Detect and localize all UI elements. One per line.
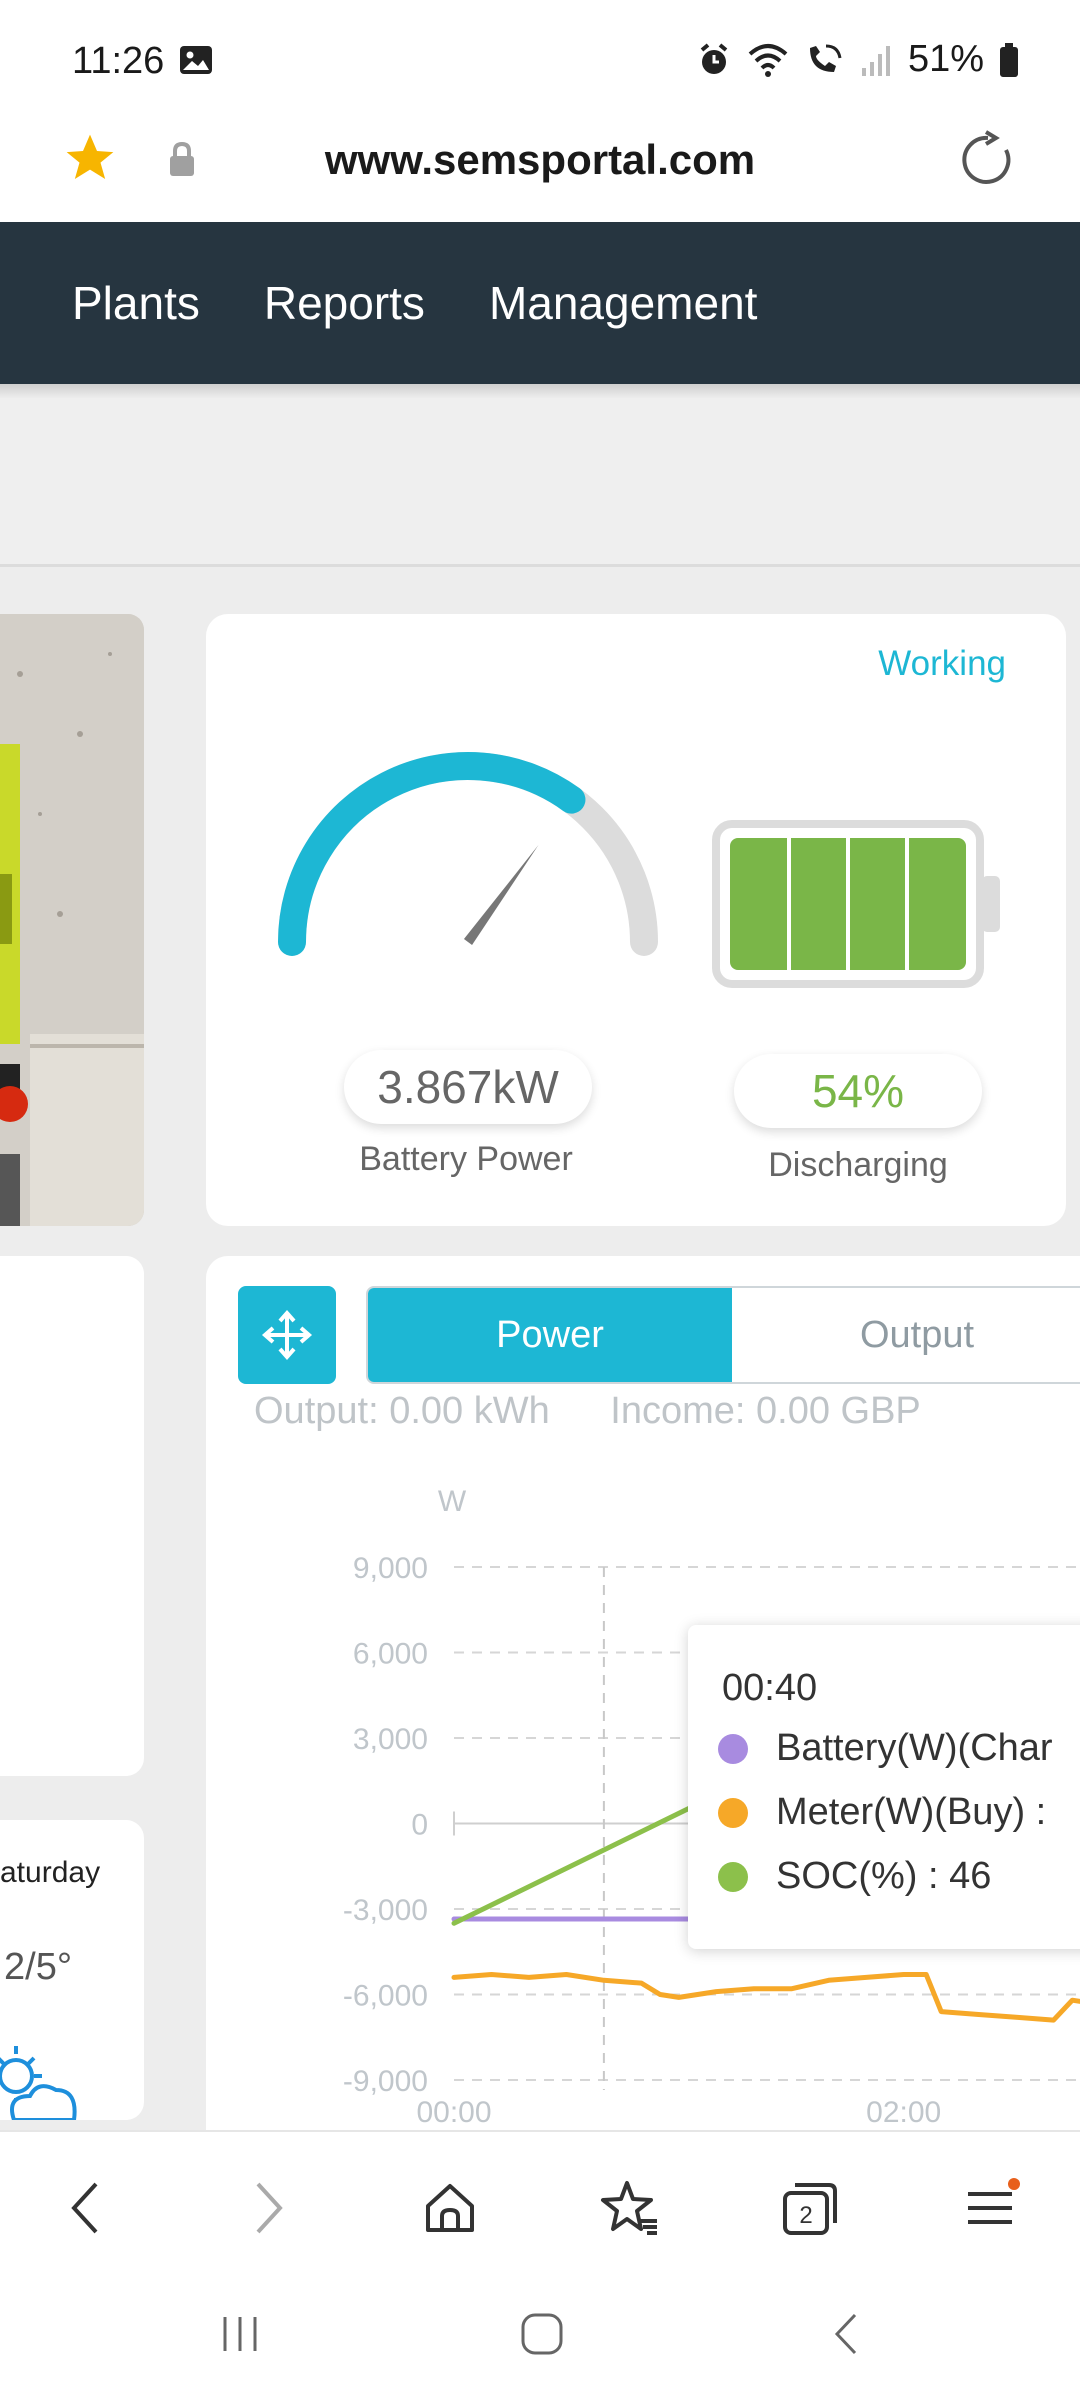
home-square-icon <box>521 2313 563 2355</box>
menu-icon <box>968 2178 1020 2224</box>
series-line-2 <box>451 1792 719 1926</box>
back-nav-button[interactable] <box>806 2294 886 2374</box>
back-button[interactable] <box>46 2168 126 2248</box>
y-tick-label: 3,000 <box>353 1723 428 1756</box>
sun-cloud-icon <box>0 2046 77 2120</box>
series-line-1 <box>451 1972 1080 2023</box>
left-info-card <box>0 1256 144 1776</box>
forward-button[interactable] <box>228 2168 308 2248</box>
y-axis-label: W <box>438 1485 467 1518</box>
battery-power-label: Battery Power <box>359 1140 573 1178</box>
tooltip-time: 00:40 <box>722 1667 818 1709</box>
url-bar: www.semsportal.com <box>0 120 1080 222</box>
reload-icon[interactable] <box>956 128 1020 192</box>
wifi-icon <box>748 43 788 77</box>
weather-day: aturday <box>0 1856 101 1889</box>
tooltip-label: SOC(%) : 46 <box>776 1855 992 1897</box>
signal-icon <box>861 45 890 76</box>
top-navigation: Plants Reports Management <box>0 222 1080 384</box>
sub-header <box>0 398 1080 566</box>
svg-text:2: 2 <box>799 2202 812 2229</box>
chart-tooltip: 00:40 Battery(W)(Char Meter(W)(Buy) : SO… <box>688 1625 1080 1949</box>
y-tick-label: 0 <box>411 1809 428 1842</box>
status-label: Working <box>878 644 1006 683</box>
plant-photo-image <box>0 614 144 1226</box>
recents-button[interactable] <box>200 2294 280 2374</box>
tooltip-label: Battery(W)(Char <box>776 1727 1053 1769</box>
tabs-button[interactable]: 2 <box>770 2168 850 2248</box>
tabs-icon: 2 <box>783 2183 837 2235</box>
y-tick-label: -3,000 <box>343 1894 428 1927</box>
battery-power-value: 3.867kW <box>344 1050 592 1124</box>
nav-plants[interactable]: Plants <box>72 276 200 330</box>
battery-cell-divider <box>905 838 909 970</box>
alarm-icon <box>700 42 728 74</box>
recents-icon <box>223 2317 257 2351</box>
legend-dot <box>718 1733 748 1764</box>
home-icon <box>426 2184 474 2232</box>
system-navigation-bar <box>0 2270 1080 2400</box>
y-tick-label: 6,000 <box>353 1638 428 1671</box>
chart-card: Power Output Output: 0.00 kWh Income: 0.… <box>206 1256 1080 2156</box>
battery-icon <box>1000 42 1018 77</box>
status-icons: 51% <box>696 38 1020 81</box>
battery-cell-divider <box>846 838 850 970</box>
wifi-calling-icon <box>809 44 842 72</box>
y-tick-label: 9,000 <box>353 1552 428 1585</box>
weather-card: aturday 2/5° <box>0 1820 144 2120</box>
bookmarks-icon <box>601 2181 657 2235</box>
tooltip-row-meter: Meter(W)(Buy) : <box>718 1791 1046 1834</box>
chevron-left-icon <box>71 2182 98 2234</box>
back-chevron-icon <box>834 2313 857 2355</box>
url-text[interactable]: www.semsportal.com <box>0 136 1080 184</box>
divider <box>0 564 1080 567</box>
gauge-track <box>278 752 658 956</box>
nav-shadow <box>0 384 1080 398</box>
image-icon <box>180 46 212 74</box>
legend-dot <box>718 1797 748 1828</box>
home-nav-button[interactable] <box>502 2294 582 2374</box>
battery-power-gauge <box>278 752 658 956</box>
battery-state-label: Discharging <box>768 1146 948 1184</box>
browser-toolbar: 2 <box>0 2130 1080 2270</box>
battery-cell-divider <box>787 838 791 970</box>
menu-button[interactable] <box>950 2168 1030 2248</box>
nav-management[interactable]: Management <box>489 276 758 330</box>
battery-card: Working 3.867kW Battery Power 54% Discha… <box>206 614 1066 1226</box>
tooltip-row-soc: SOC(%) : 46 <box>718 1855 991 1898</box>
status-bar: 11:26 51% <box>0 0 1080 120</box>
weather-temperature: 2/5° <box>4 1946 73 1988</box>
nav-reports[interactable]: Reports <box>264 276 425 330</box>
battery-soc-value: 54% <box>734 1054 982 1128</box>
x-tick-label: 02:00 <box>866 2096 941 2129</box>
tooltip-label: Meter(W)(Buy) : <box>776 1791 1047 1833</box>
battery-cells <box>730 838 966 970</box>
x-tick-label: 00:00 <box>416 2096 491 2129</box>
y-tick-label: -6,000 <box>343 1980 428 2013</box>
battery-percent: 51% <box>907 38 984 80</box>
bookmarks-button[interactable] <box>590 2168 670 2248</box>
battery-level-icon <box>712 820 1000 988</box>
chevron-right-icon <box>256 2182 283 2234</box>
plant-photo[interactable] <box>0 614 144 1226</box>
legend-dot <box>718 1861 748 1892</box>
y-tick-label: -9,000 <box>343 2065 428 2098</box>
home-button[interactable] <box>410 2168 490 2248</box>
gauge-fill <box>278 752 586 956</box>
tooltip-row-battery: Battery(W)(Char <box>718 1727 1053 1770</box>
gauge-needle <box>463 844 539 945</box>
clock: 11:26 <box>72 40 165 82</box>
screen: 11:26 51% www.semsportal.com Plants Repo… <box>0 0 1080 2400</box>
